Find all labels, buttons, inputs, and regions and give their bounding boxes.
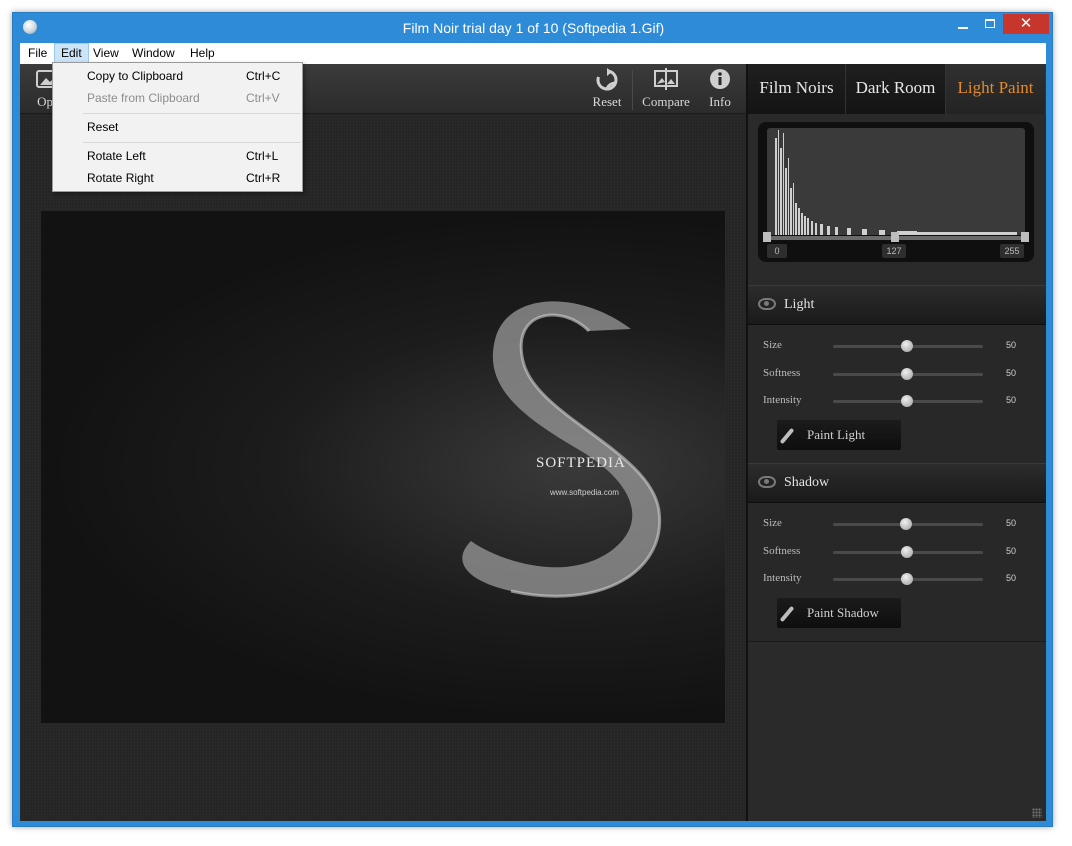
shadow-size-label: Size: [763, 517, 782, 529]
refresh-icon: [594, 68, 620, 92]
histogram-bars: [775, 130, 1017, 235]
histogram-max-label: 255: [1000, 244, 1024, 258]
shadow-softness-slider[interactable]: Softness 50: [748, 542, 1046, 562]
histogram-min-label: 0: [767, 244, 787, 258]
shadow-softness-value: 50: [1006, 546, 1017, 556]
shadow-section-title: Shadow: [784, 475, 830, 490]
brush-icon: [779, 605, 795, 623]
maximize-button[interactable]: [977, 14, 1003, 34]
right-panel: Film Noirs Dark Room Light Paint 0 127 2…: [748, 64, 1046, 821]
shadow-intensity-value: 50: [1006, 573, 1017, 583]
menu-reset[interactable]: Reset: [53, 116, 302, 138]
light-softness-label: Softness: [763, 367, 801, 379]
menu-rotate-left[interactable]: Rotate Left Ctrl+L: [53, 145, 302, 167]
shadow-intensity-slider[interactable]: Intensity 50: [748, 569, 1046, 589]
shadow-intensity-label: Intensity: [763, 572, 802, 584]
slider-knob[interactable]: [901, 340, 913, 352]
reset-button[interactable]: Reset: [586, 68, 628, 110]
menu-item-shortcut: Ctrl+R: [246, 171, 281, 185]
slider-knob[interactable]: [900, 518, 912, 530]
menu-file[interactable]: File: [22, 43, 53, 64]
menu-item-label: Paste from Clipboard: [87, 91, 200, 105]
paint-shadow-button[interactable]: Paint Shadow: [777, 598, 901, 628]
compare-button[interactable]: Compare: [636, 68, 696, 110]
menu-window[interactable]: Window: [126, 43, 181, 64]
eye-icon[interactable]: [758, 298, 776, 310]
tab-bar: Film Noirs Dark Room Light Paint: [748, 64, 1046, 114]
light-size-label: Size: [763, 339, 782, 351]
info-button[interactable]: Info: [704, 68, 736, 110]
info-label: Info: [709, 94, 731, 109]
menu-view[interactable]: View: [87, 43, 125, 64]
histogram-mid-label: 127: [882, 244, 906, 258]
eye-icon[interactable]: [758, 476, 776, 488]
menu-separator: [83, 113, 300, 114]
maximize-icon: [985, 19, 995, 28]
watermark-url: www.softpedia.com: [550, 488, 619, 497]
tab-dark-room[interactable]: Dark Room: [846, 64, 946, 114]
toolbar-divider: [632, 70, 633, 110]
tab-film-noirs[interactable]: Film Noirs: [748, 64, 846, 114]
watermark-brand: SOFTPEDIA: [536, 455, 626, 471]
light-softness-slider[interactable]: Softness 50: [748, 364, 1046, 384]
shadow-section-header[interactable]: Shadow: [748, 463, 1046, 503]
paint-light-button[interactable]: Paint Light: [777, 420, 901, 450]
paint-shadow-label: Paint Shadow: [807, 605, 879, 620]
histogram-plot: [767, 128, 1025, 235]
light-softness-value: 50: [1006, 368, 1017, 378]
canvas-area[interactable]: SOFTPEDIA www.softpedia.com: [20, 115, 746, 821]
resize-grip-icon[interactable]: [1032, 808, 1042, 818]
light-size-value: 50: [1006, 340, 1017, 350]
menu-edit[interactable]: Edit: [54, 43, 89, 64]
histogram-mid-handle[interactable]: [891, 232, 899, 242]
light-section-body: Size 50 Softness 50 Intensity 50 Paint L…: [748, 326, 1046, 464]
slider-knob[interactable]: [901, 368, 913, 380]
menu-item-shortcut: Ctrl+L: [246, 149, 279, 163]
paint-light-label: Paint Light: [807, 427, 866, 442]
compare-icon: [653, 68, 679, 92]
menu-paste-from-clipboard: Paste from Clipboard Ctrl+V: [53, 87, 302, 109]
light-section-header[interactable]: Light: [748, 285, 1046, 325]
menu-separator: [83, 142, 300, 143]
light-intensity-label: Intensity: [763, 394, 802, 406]
menu-item-shortcut: Ctrl+C: [246, 69, 281, 83]
shadow-softness-label: Softness: [763, 545, 801, 557]
light-size-slider[interactable]: Size 50: [748, 336, 1046, 356]
histogram-min-handle[interactable]: [763, 232, 771, 242]
menu-copy-to-clipboard[interactable]: Copy to Clipboard Ctrl+C: [53, 65, 302, 87]
slider-knob[interactable]: [901, 395, 913, 407]
minimize-button[interactable]: [949, 14, 977, 34]
menu-item-shortcut: Ctrl+V: [246, 91, 280, 105]
compare-label: Compare: [642, 94, 690, 109]
edit-menu-dropdown: Copy to Clipboard Ctrl+C Paste from Clip…: [52, 62, 303, 192]
photo-preview[interactable]: SOFTPEDIA www.softpedia.com: [41, 211, 725, 723]
light-section-title: Light: [784, 297, 815, 312]
close-button[interactable]: ✕: [1003, 14, 1049, 34]
menu-bar: File Edit View Window Help: [20, 43, 1046, 64]
light-intensity-slider[interactable]: Intensity 50: [748, 391, 1046, 411]
shadow-size-value: 50: [1006, 518, 1017, 528]
window-title: Film Noir trial day 1 of 10 (Softpedia 1…: [402, 20, 665, 36]
reset-label: Reset: [592, 94, 622, 109]
slider-knob[interactable]: [901, 573, 913, 585]
menu-rotate-right[interactable]: Rotate Right Ctrl+R: [53, 167, 302, 189]
slider-knob[interactable]: [901, 546, 913, 558]
shadow-section-body: Size 50 Softness 50 Intensity 50 Paint S…: [748, 504, 1046, 642]
light-intensity-value: 50: [1006, 395, 1017, 405]
tab-light-paint[interactable]: Light Paint: [946, 64, 1046, 114]
brush-icon: [779, 427, 795, 445]
histogram-max-handle[interactable]: [1021, 232, 1029, 242]
shadow-size-slider[interactable]: Size 50: [748, 514, 1046, 534]
menu-item-label: Copy to Clipboard: [87, 69, 184, 83]
menu-item-label: Rotate Left: [87, 149, 146, 163]
minimize-icon: [958, 27, 968, 29]
menu-item-label: Rotate Right: [87, 171, 154, 185]
histogram: 0 127 255: [758, 122, 1034, 262]
title-bar[interactable]: Film Noir trial day 1 of 10 (Softpedia 1…: [13, 13, 1054, 43]
info-icon: [707, 68, 733, 92]
menu-help[interactable]: Help: [184, 43, 221, 64]
menu-item-label: Reset: [87, 120, 119, 134]
